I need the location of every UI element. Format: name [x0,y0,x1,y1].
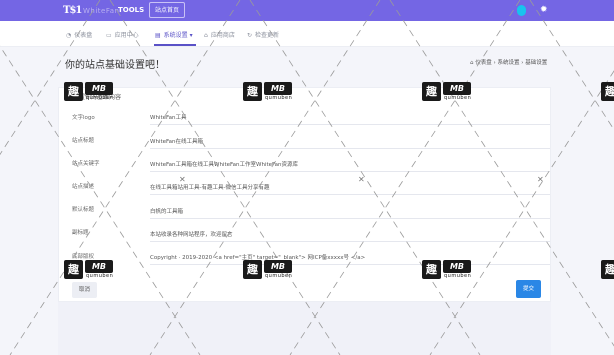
breadcrumb-separator: › [493,60,496,66]
breadcrumb-item[interactable]: 系统设置 [497,60,519,66]
active-tab-indicator [154,44,196,46]
watermark-glyph: 趣 [601,82,614,101]
site-title-label: 站点标题 [72,138,95,144]
nav-system-settings[interactable]: ▤ 系统设置 ▾ [155,30,193,39]
site-keywords-input[interactable]: WhiteFan工具箱在线工具WhiteFan工作室WhiteFan资源库 [150,159,550,172]
dashboard-icon: ◔ [66,32,72,39]
watermark-cross-icon: ✕ [358,175,365,184]
nav-app-store-label: 应用商店 [210,32,235,39]
site-description-label: 站点描述 [72,184,95,190]
breadcrumb: ⌂ 仪表盘 › 系统设置 › 基础设置 [470,58,547,66]
nav-system-settings-label: 系统设置 [163,32,188,39]
logo-mark[interactable]: T$1 [63,5,82,16]
site-title-input[interactable]: WhiteFan在线工具箱 [150,136,550,149]
nav-app-center[interactable]: ▭ 应用中心 [106,30,139,39]
card-footer-area [58,302,551,355]
gear-icon[interactable]: ✹ [540,5,548,15]
nav-app-center-label: 应用中心 [114,32,139,39]
text-logo-label: 文字logo [72,115,95,121]
site-description-input[interactable]: 在线工具箱站用工具-有趣工具-微信工具分享有趣 [150,182,550,195]
watermark-cross-icon: ✕ [537,175,544,184]
nav-dashboard[interactable]: ◔ 仪表盘 [66,30,92,39]
card-title: 设置你的基本内容 [73,94,122,101]
main-nav: ◔ 仪表盘 ▭ 应用中心 ▤ 系统设置 ▾ ⌂ 应用商店 ↻ 检查更新 [0,21,614,47]
footer-copyright-label: 底部版权 [72,254,95,260]
watermark-glyph: 趣 [601,260,614,279]
logo-tools[interactable]: TOOLS [118,6,144,14]
nav-app-store[interactable]: ⌂ 应用商店 [204,30,235,39]
subtitle-label: 副标题 [72,230,89,236]
settings-icon: ▤ [155,32,161,39]
refresh-icon: ↻ [247,32,253,39]
nav-check-update-label: 检查更新 [255,32,280,39]
logo-name[interactable]: WhiteFan [83,7,119,15]
text-logo-input[interactable]: WhiteFan工具 [150,112,550,125]
submit-button[interactable]: 提交 [516,280,541,298]
chevron-down-icon: ▾ [189,32,193,39]
nav-check-update[interactable]: ↻ 检查更新 [247,30,279,39]
store-icon: ⌂ [204,32,208,39]
page-title: 你的站点基础设置吧！ [65,60,165,71]
footer-copyright-input[interactable]: Copyright · 2019-2020 <a href="主页" targe… [150,252,550,265]
apps-icon: ▭ [106,32,112,39]
nav-dashboard-label: 仪表盘 [74,32,93,39]
site-keywords-label: 站点关键字 [72,161,100,167]
breadcrumb-separator: › [521,60,524,66]
breadcrumb-item[interactable]: 仪表盘 [475,60,492,66]
cancel-button[interactable]: 取消 [72,282,97,298]
watermark-cross-icon: ✕ [179,175,186,184]
subtitle-input[interactable]: 本站收录各种网站程序，欢迎留言 [150,229,550,242]
top-bar: T$1 WhiteFan TOOLS 站点首页 ✹ [0,0,614,21]
home-icon: ⌂ [470,60,474,66]
default-title-input[interactable]: 白帆的工具箱 [150,206,550,219]
default-title-label: 默认标题 [72,207,95,213]
user-avatar-icon[interactable] [517,5,526,16]
site-home-button[interactable]: 站点首页 [149,2,185,18]
breadcrumb-item: 基础设置 [525,60,548,66]
